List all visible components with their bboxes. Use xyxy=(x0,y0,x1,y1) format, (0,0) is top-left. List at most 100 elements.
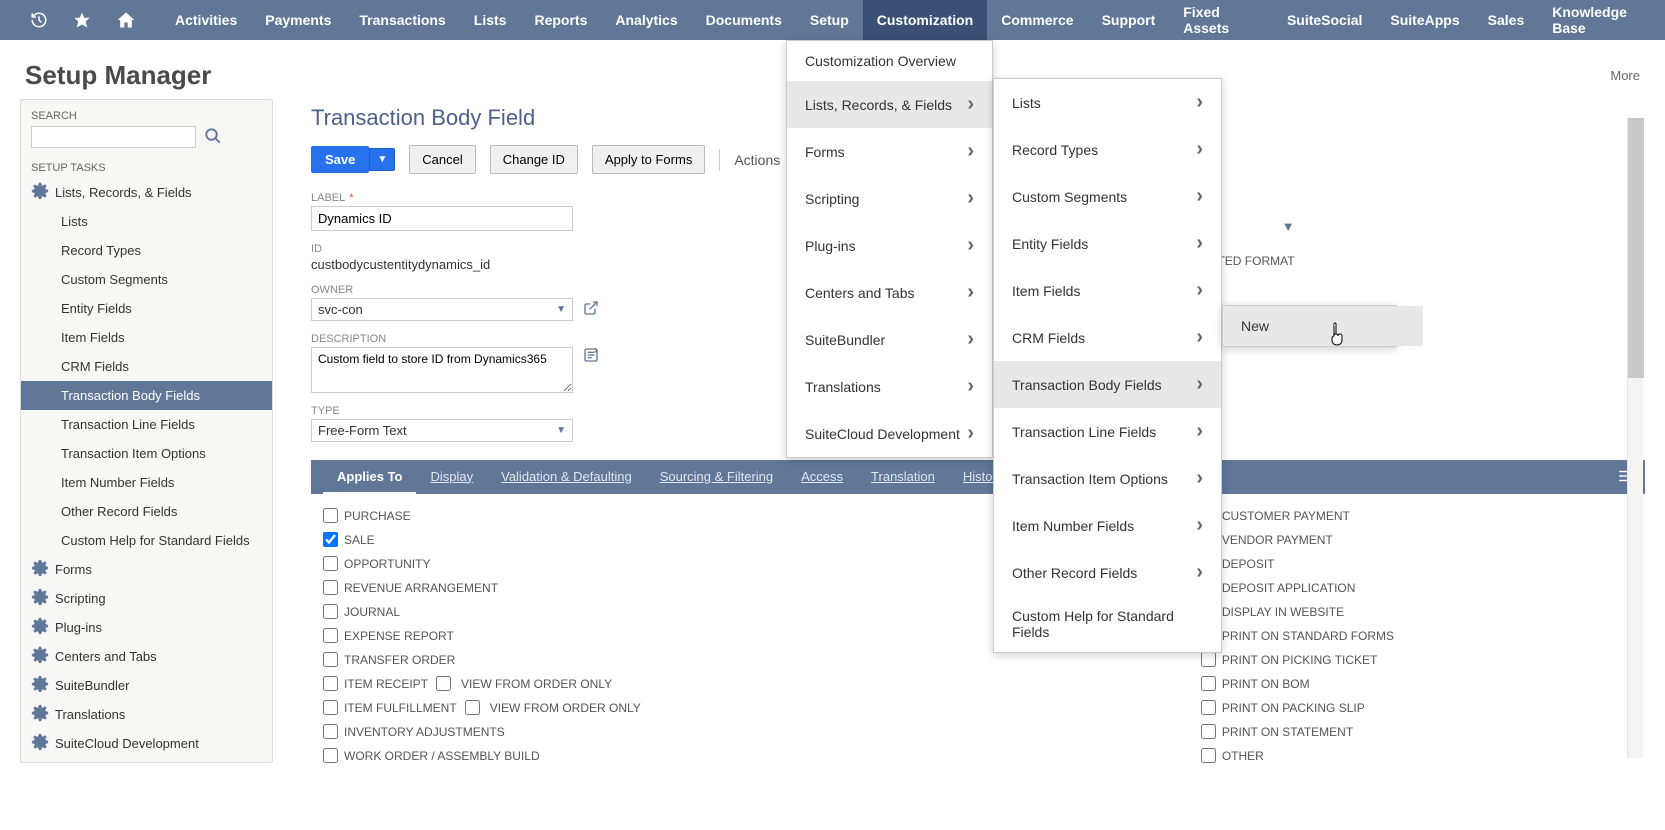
sidebar-parent-lists-records-fields[interactable]: Lists, Records, & Fields xyxy=(21,178,272,207)
search-icon[interactable] xyxy=(204,127,222,148)
checkbox-print-on-statement[interactable] xyxy=(1201,724,1216,739)
tab-access[interactable]: Access xyxy=(787,461,857,494)
nav-support[interactable]: Support xyxy=(1088,0,1170,40)
menu-item-other-record-fields[interactable]: Other Record Fields› xyxy=(994,549,1221,596)
checkbox-sale[interactable] xyxy=(323,532,338,547)
nav-documents[interactable]: Documents xyxy=(692,0,796,40)
menu-item-transaction-body-fields[interactable]: Transaction Body Fields› xyxy=(994,361,1221,408)
menu-item-custom-segments[interactable]: Custom Segments› xyxy=(994,173,1221,220)
sidebar-search-input[interactable] xyxy=(31,126,196,148)
tab-display[interactable]: Display xyxy=(416,461,487,494)
label-field-input[interactable] xyxy=(311,206,573,231)
cancel-button[interactable]: Cancel xyxy=(409,145,475,174)
star-icon[interactable] xyxy=(73,11,91,29)
nav-activities[interactable]: Activities xyxy=(161,0,251,40)
sidebar-item-item-number-fields[interactable]: Item Number Fields xyxy=(21,468,272,497)
menu-item-custom-help-for-standard-fields[interactable]: Custom Help for Standard Fields xyxy=(994,596,1221,652)
sidebar-item-scripting[interactable]: Scripting xyxy=(21,584,272,613)
nav-knowledge-base[interactable]: Knowledge Base xyxy=(1538,0,1665,40)
checkbox-expense-report[interactable] xyxy=(323,628,338,643)
type-field-select[interactable]: Free-Form Text▼ xyxy=(311,419,573,442)
sidebar-item-other-record-fields[interactable]: Other Record Fields xyxy=(21,497,272,526)
checkbox-inline-view-order[interactable] xyxy=(465,700,480,715)
menu-item-item-number-fields[interactable]: Item Number Fields› xyxy=(994,502,1221,549)
menu-item-translations[interactable]: Translations› xyxy=(787,363,992,410)
apply-to-forms-button[interactable]: Apply to Forms xyxy=(592,145,705,174)
tab-applies-to[interactable]: Applies To xyxy=(323,461,416,495)
checkbox-print-on-picking-ticket[interactable] xyxy=(1201,652,1216,667)
sidebar-item-custom-segments[interactable]: Custom Segments xyxy=(21,265,272,294)
menu-item-lists[interactable]: Lists› xyxy=(994,79,1221,126)
menu-item-transaction-item-options[interactable]: Transaction Item Options› xyxy=(994,455,1221,502)
menu-item-item-fields[interactable]: Item Fields› xyxy=(994,267,1221,314)
tab-translation[interactable]: Translation xyxy=(857,461,949,494)
sidebar-item-forms[interactable]: Forms xyxy=(21,555,272,584)
change-id-button[interactable]: Change ID xyxy=(490,145,578,174)
description-field-textarea[interactable]: Custom field to store ID from Dynamics36… xyxy=(311,347,573,393)
owner-field-select[interactable]: svc-con▼ xyxy=(311,298,573,321)
checkbox-other[interactable] xyxy=(1201,748,1216,763)
menu-item-crm-fields[interactable]: CRM Fields› xyxy=(994,314,1221,361)
menu-item-scripting[interactable]: Scripting› xyxy=(787,175,992,222)
checkbox-item-receipt[interactable] xyxy=(323,676,338,691)
sidebar-item-lists[interactable]: Lists xyxy=(21,207,272,236)
nav-setup[interactable]: Setup xyxy=(796,0,863,40)
tab-sourcing-filtering[interactable]: Sourcing & Filtering xyxy=(646,461,787,494)
menu-item-forms[interactable]: Forms› xyxy=(787,128,992,175)
sidebar-item-custom-help-for-standard-fields[interactable]: Custom Help for Standard Fields xyxy=(21,526,272,555)
nav-suitesocial[interactable]: SuiteSocial xyxy=(1273,0,1376,40)
sidebar-item-entity-fields[interactable]: Entity Fields xyxy=(21,294,272,323)
nav-commerce[interactable]: Commerce xyxy=(987,0,1087,40)
checkbox-print-on-packing-slip[interactable] xyxy=(1201,700,1216,715)
nav-suiteapps[interactable]: SuiteApps xyxy=(1376,0,1473,40)
sidebar-item-transaction-item-options[interactable]: Transaction Item Options xyxy=(21,439,272,468)
checkbox-inventory-adjustments[interactable] xyxy=(323,724,338,739)
checkbox-journal[interactable] xyxy=(323,604,338,619)
menu-item-record-types[interactable]: Record Types› xyxy=(994,126,1221,173)
checkbox-item-fulfillment[interactable] xyxy=(323,700,338,715)
sidebar-item-translations[interactable]: Translations xyxy=(21,700,272,729)
save-button[interactable]: Save xyxy=(311,146,369,173)
sidebar-item-crm-fields[interactable]: CRM Fields xyxy=(21,352,272,381)
sidebar-item-centers-and-tabs[interactable]: Centers and Tabs xyxy=(21,642,272,671)
nav-fixed-assets[interactable]: Fixed Assets xyxy=(1169,0,1273,40)
sidebar-item-transaction-body-fields[interactable]: Transaction Body Fields xyxy=(21,381,272,410)
menu-item-transaction-line-fields[interactable]: Transaction Line Fields› xyxy=(994,408,1221,455)
sidebar-item-plug-ins[interactable]: Plug-ins xyxy=(21,613,272,642)
more-link[interactable]: More xyxy=(1610,68,1640,83)
actions-menu[interactable]: Actions xyxy=(734,152,780,168)
nav-lists[interactable]: Lists xyxy=(460,0,521,40)
menu-item-customization-overview[interactable]: Customization Overview xyxy=(787,41,992,81)
sidebar-item-transaction-line-fields[interactable]: Transaction Line Fields xyxy=(21,410,272,439)
sidebar-item-suitebundler[interactable]: SuiteBundler xyxy=(21,671,272,700)
nav-analytics[interactable]: Analytics xyxy=(601,0,691,40)
sidebar-item-suitecloud-development[interactable]: SuiteCloud Development xyxy=(21,729,272,758)
checkbox-purchase[interactable] xyxy=(323,508,338,523)
save-dropdown-button[interactable]: ▼ xyxy=(369,148,395,171)
sidebar-item-item-fields[interactable]: Item Fields xyxy=(21,323,272,352)
history-icon[interactable] xyxy=(30,11,48,29)
nav-reports[interactable]: Reports xyxy=(520,0,601,40)
home-icon[interactable] xyxy=(116,10,136,30)
menu-item-new[interactable]: New xyxy=(1223,306,1423,346)
tab-validation-defaulting[interactable]: Validation & Defaulting xyxy=(487,461,646,494)
checkbox-inline-view-order[interactable] xyxy=(436,676,451,691)
checkbox-opportunity[interactable] xyxy=(323,556,338,571)
checkbox-print-on-bom[interactable] xyxy=(1201,676,1216,691)
menu-item-centers-and-tabs[interactable]: Centers and Tabs› xyxy=(787,269,992,316)
nav-sales[interactable]: Sales xyxy=(1474,0,1539,40)
menu-item-lists-records-fields[interactable]: Lists, Records, & Fields› xyxy=(787,81,992,128)
nav-payments[interactable]: Payments xyxy=(251,0,345,40)
scrollbar[interactable] xyxy=(1627,118,1643,758)
popout-icon[interactable] xyxy=(583,300,599,319)
checkbox-revenue-arrangement[interactable] xyxy=(323,580,338,595)
menu-item-suitecloud-development[interactable]: SuiteCloud Development› xyxy=(787,410,992,457)
text-expand-icon[interactable] xyxy=(583,347,599,393)
menu-item-entity-fields[interactable]: Entity Fields› xyxy=(994,220,1221,267)
nav-customization[interactable]: Customization xyxy=(863,0,987,40)
checkbox-transfer-order[interactable] xyxy=(323,652,338,667)
nav-transactions[interactable]: Transactions xyxy=(345,0,459,40)
menu-item-suitebundler[interactable]: SuiteBundler› xyxy=(787,316,992,363)
menu-item-plug-ins[interactable]: Plug-ins› xyxy=(787,222,992,269)
sidebar-item-record-types[interactable]: Record Types xyxy=(21,236,272,265)
